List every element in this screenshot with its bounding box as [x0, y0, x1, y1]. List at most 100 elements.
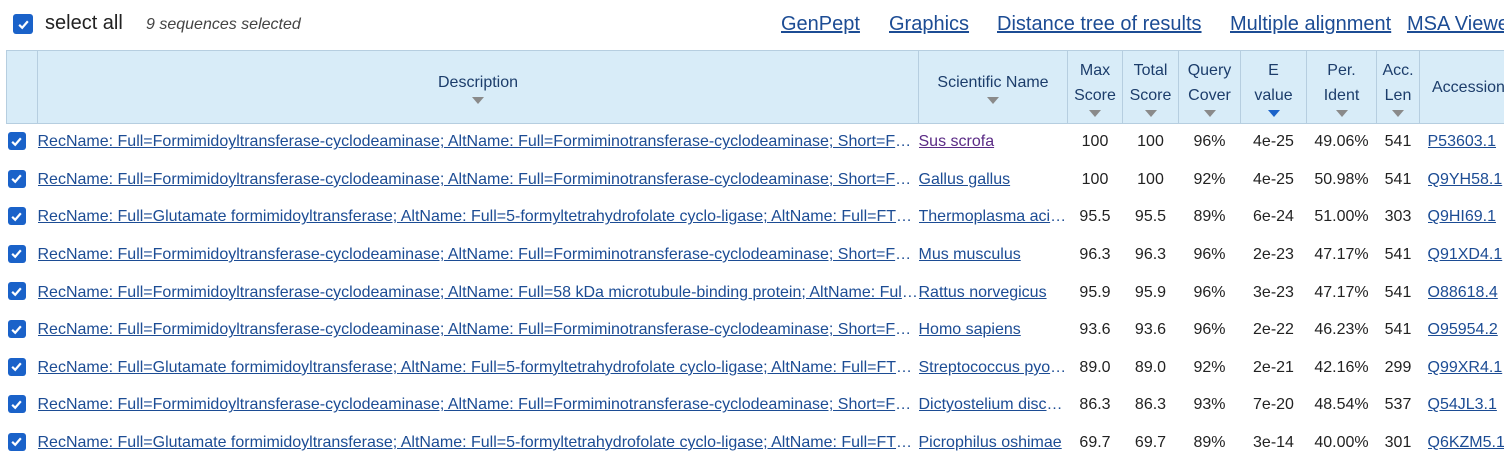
total-score-cell: 95.5: [1122, 198, 1179, 237]
header-accession[interactable]: Accession: [1419, 50, 1504, 124]
sort-arrow-icon[interactable]: [1335, 109, 1348, 117]
row-checkbox[interactable]: [7, 282, 26, 301]
sort-arrow-icon[interactable]: [1089, 109, 1101, 117]
accession-link[interactable]: Q54JL3.1: [1428, 396, 1504, 414]
per-ident-cell: 51.00%: [1306, 198, 1377, 237]
accession-cell: Q99XR4.1: [1419, 349, 1504, 388]
evalue-cell: 3e-14: [1240, 424, 1307, 452]
table-row: RecName: Full=Glutamate formimidoyltrans…: [6, 198, 1504, 237]
row-checkbox[interactable]: [7, 169, 26, 188]
description-cell: RecName: Full=Glutamate formimidoyltrans…: [37, 198, 919, 237]
max-score-cell: 100: [1067, 161, 1123, 200]
header-total-score-line2: Score: [1129, 86, 1172, 104]
row-select-cell: [6, 123, 38, 162]
row-checkbox[interactable]: [7, 320, 26, 339]
accession-link[interactable]: Q91XD4.1: [1428, 246, 1504, 264]
scientific-name-cell: Homo sapiens: [918, 311, 1068, 350]
description-link[interactable]: RecName: Full=Glutamate formimidoyltrans…: [38, 359, 919, 377]
total-score-cell: 69.7: [1122, 424, 1179, 452]
accession-link[interactable]: O95954.2: [1428, 321, 1504, 339]
table-row: RecName: Full=Formimidoyltransferase-cyc…: [6, 161, 1504, 200]
table-row: RecName: Full=Formimidoyltransferase-cyc…: [6, 386, 1504, 425]
msa-viewer-link[interactable]: MSA Viewer: [1407, 13, 1504, 36]
accession-link[interactable]: Q9HI69.1: [1428, 208, 1504, 226]
distance-tree-link[interactable]: Distance tree of results: [997, 13, 1202, 36]
header-acc-len[interactable]: Acc. Len: [1376, 50, 1420, 124]
table-row: RecName: Full=Formimidoyltransferase-cyc…: [6, 236, 1504, 275]
scientific-name-link[interactable]: Homo sapiens: [919, 321, 1068, 339]
description-link[interactable]: RecName: Full=Glutamate formimidoyltrans…: [38, 208, 919, 226]
sort-arrow-icon[interactable]: [1144, 109, 1157, 117]
row-select-cell: [6, 386, 38, 425]
scientific-name-link[interactable]: Streptococcus pyogenes: [919, 359, 1068, 377]
accession-link[interactable]: P53603.1: [1428, 133, 1504, 151]
row-checkbox[interactable]: [7, 207, 26, 226]
scientific-name-link[interactable]: Sus scrofa: [919, 133, 1068, 151]
accession-cell: P53603.1: [1419, 123, 1504, 162]
header-query-cover[interactable]: Query Cover: [1178, 50, 1241, 124]
results-toolbar: select all 9 sequences selected GenPept …: [0, 0, 1504, 50]
select-all-checkbox[interactable]: [13, 14, 33, 34]
description-link[interactable]: RecName: Full=Formimidoyltransferase-cyc…: [38, 396, 919, 414]
evalue-cell: 3e-23: [1240, 273, 1307, 312]
header-evalue[interactable]: Evalue: [1240, 50, 1307, 124]
scientific-name-link[interactable]: Dictyostelium discoideum: [919, 396, 1068, 414]
accession-link[interactable]: Q6KZM5.1: [1428, 434, 1504, 452]
accession-link[interactable]: O88618.4: [1428, 284, 1504, 302]
row-checkbox[interactable]: [7, 132, 26, 151]
query-cover-cell: 89%: [1178, 198, 1241, 237]
description-cell: RecName: Full=Glutamate formimidoyltrans…: [37, 424, 919, 452]
evalue-cell: 2e-22: [1240, 311, 1307, 350]
query-cover-cell: 96%: [1178, 236, 1241, 275]
header-query-cover-line2: Cover: [1188, 86, 1231, 104]
scientific-name-link[interactable]: Rattus norvegicus: [919, 284, 1068, 302]
header-description-label: Description: [437, 74, 519, 91]
table-row: RecName: Full=Formimidoyltransferase-cyc…: [6, 123, 1504, 162]
accession-cell: O88618.4: [1419, 273, 1504, 312]
header-description[interactable]: Description: [37, 50, 919, 124]
genpept-link[interactable]: GenPept: [781, 13, 860, 36]
header-scientific-name[interactable]: Scientific Name: [918, 50, 1068, 124]
description-link[interactable]: RecName: Full=Formimidoyltransferase-cyc…: [38, 171, 919, 189]
accession-cell: Q9YH58.1: [1419, 161, 1504, 200]
scientific-name-cell: Dictyostelium discoideum: [918, 386, 1068, 425]
description-link[interactable]: RecName: Full=Formimidoyltransferase-cyc…: [38, 321, 919, 339]
accession-cell: Q6KZM5.1: [1419, 424, 1504, 452]
row-checkbox[interactable]: [7, 357, 26, 376]
acc-len-cell: 541: [1376, 123, 1420, 162]
acc-len-cell: 301: [1376, 424, 1420, 452]
sort-arrow-active-icon[interactable]: [1267, 109, 1280, 117]
header-max-score[interactable]: Max Score: [1067, 50, 1123, 124]
description-link[interactable]: RecName: Full=Formimidoyltransferase-cyc…: [38, 133, 919, 151]
sort-arrow-icon[interactable]: [472, 97, 484, 104]
max-score-cell: 95.5: [1067, 198, 1123, 237]
description-link[interactable]: RecName: Full=Formimidoyltransferase-cyc…: [38, 284, 919, 302]
per-ident-cell: 42.16%: [1306, 349, 1377, 388]
accession-link[interactable]: Q9YH58.1: [1428, 171, 1504, 189]
scientific-name-link[interactable]: Thermoplasma acidophilum: [919, 208, 1068, 226]
description-link[interactable]: RecName: Full=Glutamate formimidoyltrans…: [38, 434, 919, 452]
description-link[interactable]: RecName: Full=Formimidoyltransferase-cyc…: [38, 246, 919, 264]
header-evalue-line2: value: [1254, 86, 1293, 104]
sort-arrow-icon[interactable]: [1392, 109, 1404, 117]
sort-arrow-icon[interactable]: [1203, 109, 1216, 117]
accession-link[interactable]: Q99XR4.1: [1428, 359, 1504, 377]
row-checkbox[interactable]: [7, 432, 26, 451]
acc-len-cell: 299: [1376, 349, 1420, 388]
row-checkbox[interactable]: [7, 244, 26, 263]
multiple-alignment-link[interactable]: Multiple alignment: [1230, 13, 1391, 36]
max-score-cell: 100: [1067, 123, 1123, 162]
scientific-name-link[interactable]: Mus musculus: [919, 246, 1068, 264]
scientific-name-link[interactable]: Gallus gallus: [919, 171, 1068, 189]
sort-arrow-icon[interactable]: [987, 97, 999, 104]
query-cover-cell: 96%: [1178, 123, 1241, 162]
header-per-ident[interactable]: Per. Ident: [1306, 50, 1377, 124]
header-total-score[interactable]: Total Score: [1122, 50, 1179, 124]
graphics-link[interactable]: Graphics: [889, 13, 969, 36]
total-score-cell: 86.3: [1122, 386, 1179, 425]
acc-len-cell: 537: [1376, 386, 1420, 425]
row-select-cell: [6, 236, 38, 275]
checkmark-icon: [17, 20, 29, 29]
row-checkbox[interactable]: [7, 395, 26, 414]
scientific-name-link[interactable]: Picrophilus oshimae: [919, 434, 1068, 452]
